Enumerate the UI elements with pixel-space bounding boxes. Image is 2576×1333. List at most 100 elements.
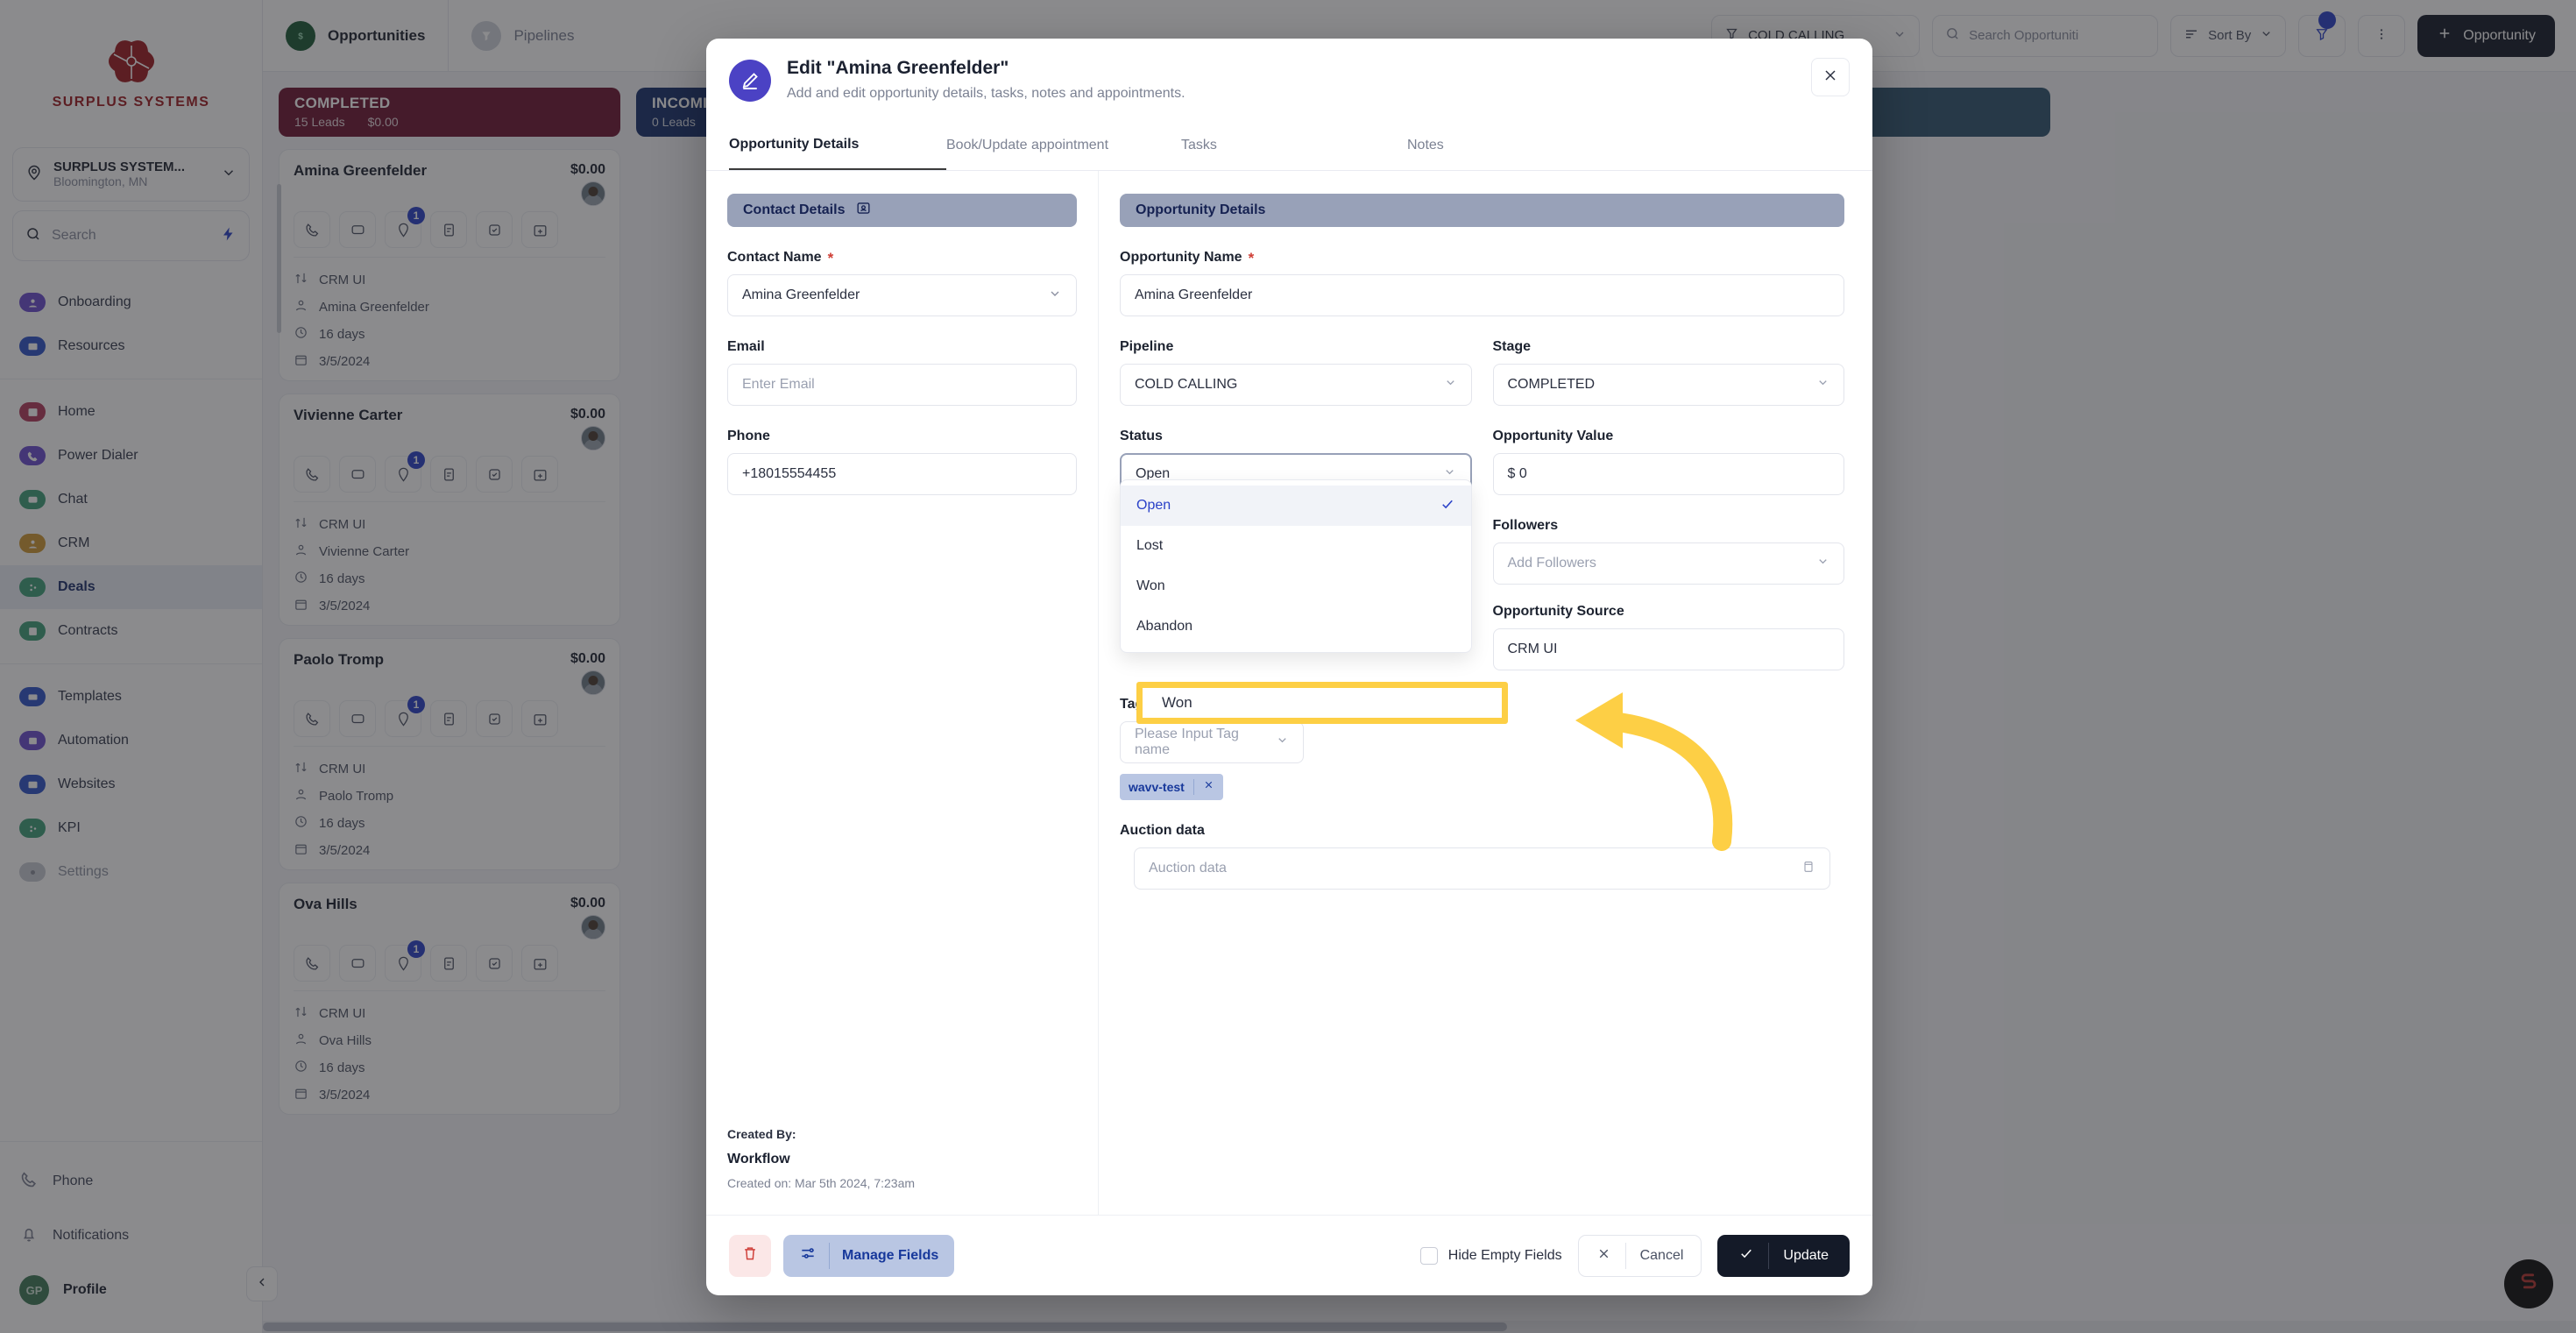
sliders-icon (799, 1244, 817, 1266)
section-title: Contact Details (743, 202, 845, 218)
contact-details-panel: Contact Details Contact Name* Amina Gree… (706, 171, 1099, 1215)
pipeline-select[interactable]: COLD CALLING (1120, 364, 1472, 406)
modal-header: Edit "Amina Greenfelder" Add and edit op… (706, 39, 1872, 102)
cancel-label: Cancel (1640, 1248, 1684, 1264)
field-opportunity-name: Opportunity Name * Amina Greenfelder (1120, 250, 1844, 316)
created-on-value: Created on: Mar 5th 2024, 7:23am (727, 1176, 1077, 1190)
tab-opportunity-details[interactable]: Opportunity Details (729, 121, 946, 170)
divider (829, 1243, 830, 1269)
row-status-value: Status Open Open Lost Won A (1120, 429, 1844, 495)
tab-notes[interactable]: Notes (1407, 121, 1582, 170)
modal-tabs: Opportunity Details Book/Update appointm… (706, 121, 1872, 171)
manage-fields-label: Manage Fields (842, 1248, 938, 1264)
status-option-won[interactable]: Won (1121, 566, 1471, 606)
check-icon (1440, 496, 1455, 516)
option-label: Won (1136, 578, 1165, 594)
email-placeholder: Enter Email (742, 377, 815, 393)
field-label: Opportunity Value (1493, 429, 1614, 444)
row-pipeline-stage: Pipeline COLD CALLING Stage COMPLETED (1120, 339, 1844, 406)
chevron-down-icon (1816, 555, 1829, 572)
contact-name-select[interactable]: Amina Greenfelder (727, 274, 1077, 316)
created-by-value: Workflow (727, 1152, 1077, 1167)
close-icon (1822, 67, 1839, 89)
close-button[interactable] (1811, 58, 1850, 96)
edit-pen-icon (729, 60, 771, 102)
field-label: Status (1120, 429, 1163, 444)
field-label: Pipeline (1120, 339, 1173, 355)
update-button[interactable]: Update (1717, 1235, 1850, 1277)
manage-fields-button[interactable]: Manage Fields (783, 1235, 954, 1277)
option-label: Abandon (1136, 619, 1192, 635)
auction-data-field[interactable]: Auction data (1134, 847, 1830, 890)
database-icon (1801, 860, 1815, 878)
divider (1768, 1243, 1769, 1269)
field-followers: Followers Add Followers Opportunity Sour… (1493, 518, 1845, 670)
modal-footer: Manage Fields Hide Empty Fields Cancel U… (706, 1215, 1872, 1295)
field-label: Opportunity Name (1120, 250, 1242, 266)
tab-book-update-appointment[interactable]: Book/Update appointment (946, 121, 1181, 170)
cancel-button[interactable]: Cancel (1578, 1235, 1702, 1277)
field-auction-data: Auction data Auction data (1120, 823, 1844, 890)
pipeline-value: COLD CALLING (1135, 377, 1237, 393)
opportunity-details-header: Opportunity Details (1120, 194, 1844, 227)
required-marker: * (1249, 251, 1255, 266)
edit-opportunity-modal: Edit "Amina Greenfelder" Add and edit op… (706, 39, 1872, 1295)
auction-data-placeholder: Auction data (1149, 861, 1227, 876)
field-stage: Stage COMPLETED (1493, 339, 1845, 406)
field-phone: Phone +18015554455 (727, 429, 1077, 495)
trash-icon (741, 1244, 759, 1266)
field-label: Stage (1493, 339, 1532, 355)
field-label: Phone (727, 429, 770, 444)
created-by-block: Created By: Workflow Created on: Mar 5th… (727, 1127, 1077, 1215)
delete-button[interactable] (729, 1235, 771, 1277)
field-email: Email Enter Email (727, 339, 1077, 406)
divider (1625, 1243, 1626, 1269)
close-icon[interactable] (1203, 779, 1214, 795)
footer-actions: Hide Empty Fields Cancel Update (1420, 1235, 1850, 1277)
option-label: Open (1136, 498, 1171, 514)
opportunity-value-value: $ 0 (1508, 466, 1527, 482)
tab-label: Book/Update appointment (946, 138, 1108, 153)
email-field[interactable]: Enter Email (727, 364, 1077, 406)
field-label: Followers (1493, 518, 1559, 534)
required-marker: * (828, 251, 834, 266)
followers-placeholder: Add Followers (1508, 556, 1596, 571)
annotation-highlight-label: Won (1162, 694, 1192, 712)
opportunity-name-field[interactable]: Amina Greenfelder (1120, 274, 1844, 316)
phone-field[interactable]: +18015554455 (727, 453, 1077, 495)
tab-tasks[interactable]: Tasks (1181, 121, 1407, 170)
chevron-down-icon (1444, 376, 1457, 394)
page-title: Edit "Amina Greenfelder" (787, 58, 1811, 79)
tag-chip[interactable]: wavv-test (1120, 774, 1223, 800)
modal-subtitle: Add and edit opportunity details, tasks,… (787, 86, 1811, 102)
followers-select[interactable]: Add Followers (1493, 542, 1845, 585)
tags-placeholder: Please Input Tag name (1135, 727, 1276, 758)
opportunity-value-field[interactable]: $ 0 (1493, 453, 1845, 495)
status-option-lost[interactable]: Lost (1121, 526, 1471, 566)
stage-select[interactable]: COMPLETED (1493, 364, 1845, 406)
field-label: Auction data (1120, 823, 1205, 839)
option-label: Lost (1136, 538, 1163, 554)
field-opportunity-value: Opportunity Value $ 0 (1493, 429, 1845, 495)
checkbox-box[interactable] (1420, 1247, 1438, 1265)
chevron-down-icon (1816, 376, 1829, 394)
tab-label: Opportunity Details (729, 137, 859, 152)
close-icon (1596, 1246, 1611, 1266)
status-option-open[interactable]: Open (1121, 486, 1471, 526)
opportunity-name-value: Amina Greenfelder (1135, 287, 1252, 303)
contact-card-icon (855, 200, 872, 221)
tag-chip-label: wavv-test (1129, 780, 1185, 794)
tags-input[interactable]: Please Input Tag name (1120, 721, 1304, 763)
opportunity-source-field[interactable]: CRM UI (1493, 628, 1845, 670)
status-dropdown-menu: Open Lost Won Abandon (1120, 479, 1472, 653)
field-label: Opportunity Source (1493, 604, 1624, 620)
created-by-label: Created By: (727, 1127, 1077, 1141)
field-label: Email (727, 339, 765, 355)
update-label: Update (1783, 1248, 1829, 1264)
field-status: Status Open Open Lost Won A (1120, 429, 1472, 495)
chevron-down-icon (1276, 734, 1289, 751)
tab-label: Tasks (1181, 138, 1217, 153)
status-option-abandon[interactable]: Abandon (1121, 606, 1471, 647)
hide-empty-fields-checkbox[interactable]: Hide Empty Fields (1420, 1247, 1562, 1265)
tab-label: Notes (1407, 138, 1444, 153)
